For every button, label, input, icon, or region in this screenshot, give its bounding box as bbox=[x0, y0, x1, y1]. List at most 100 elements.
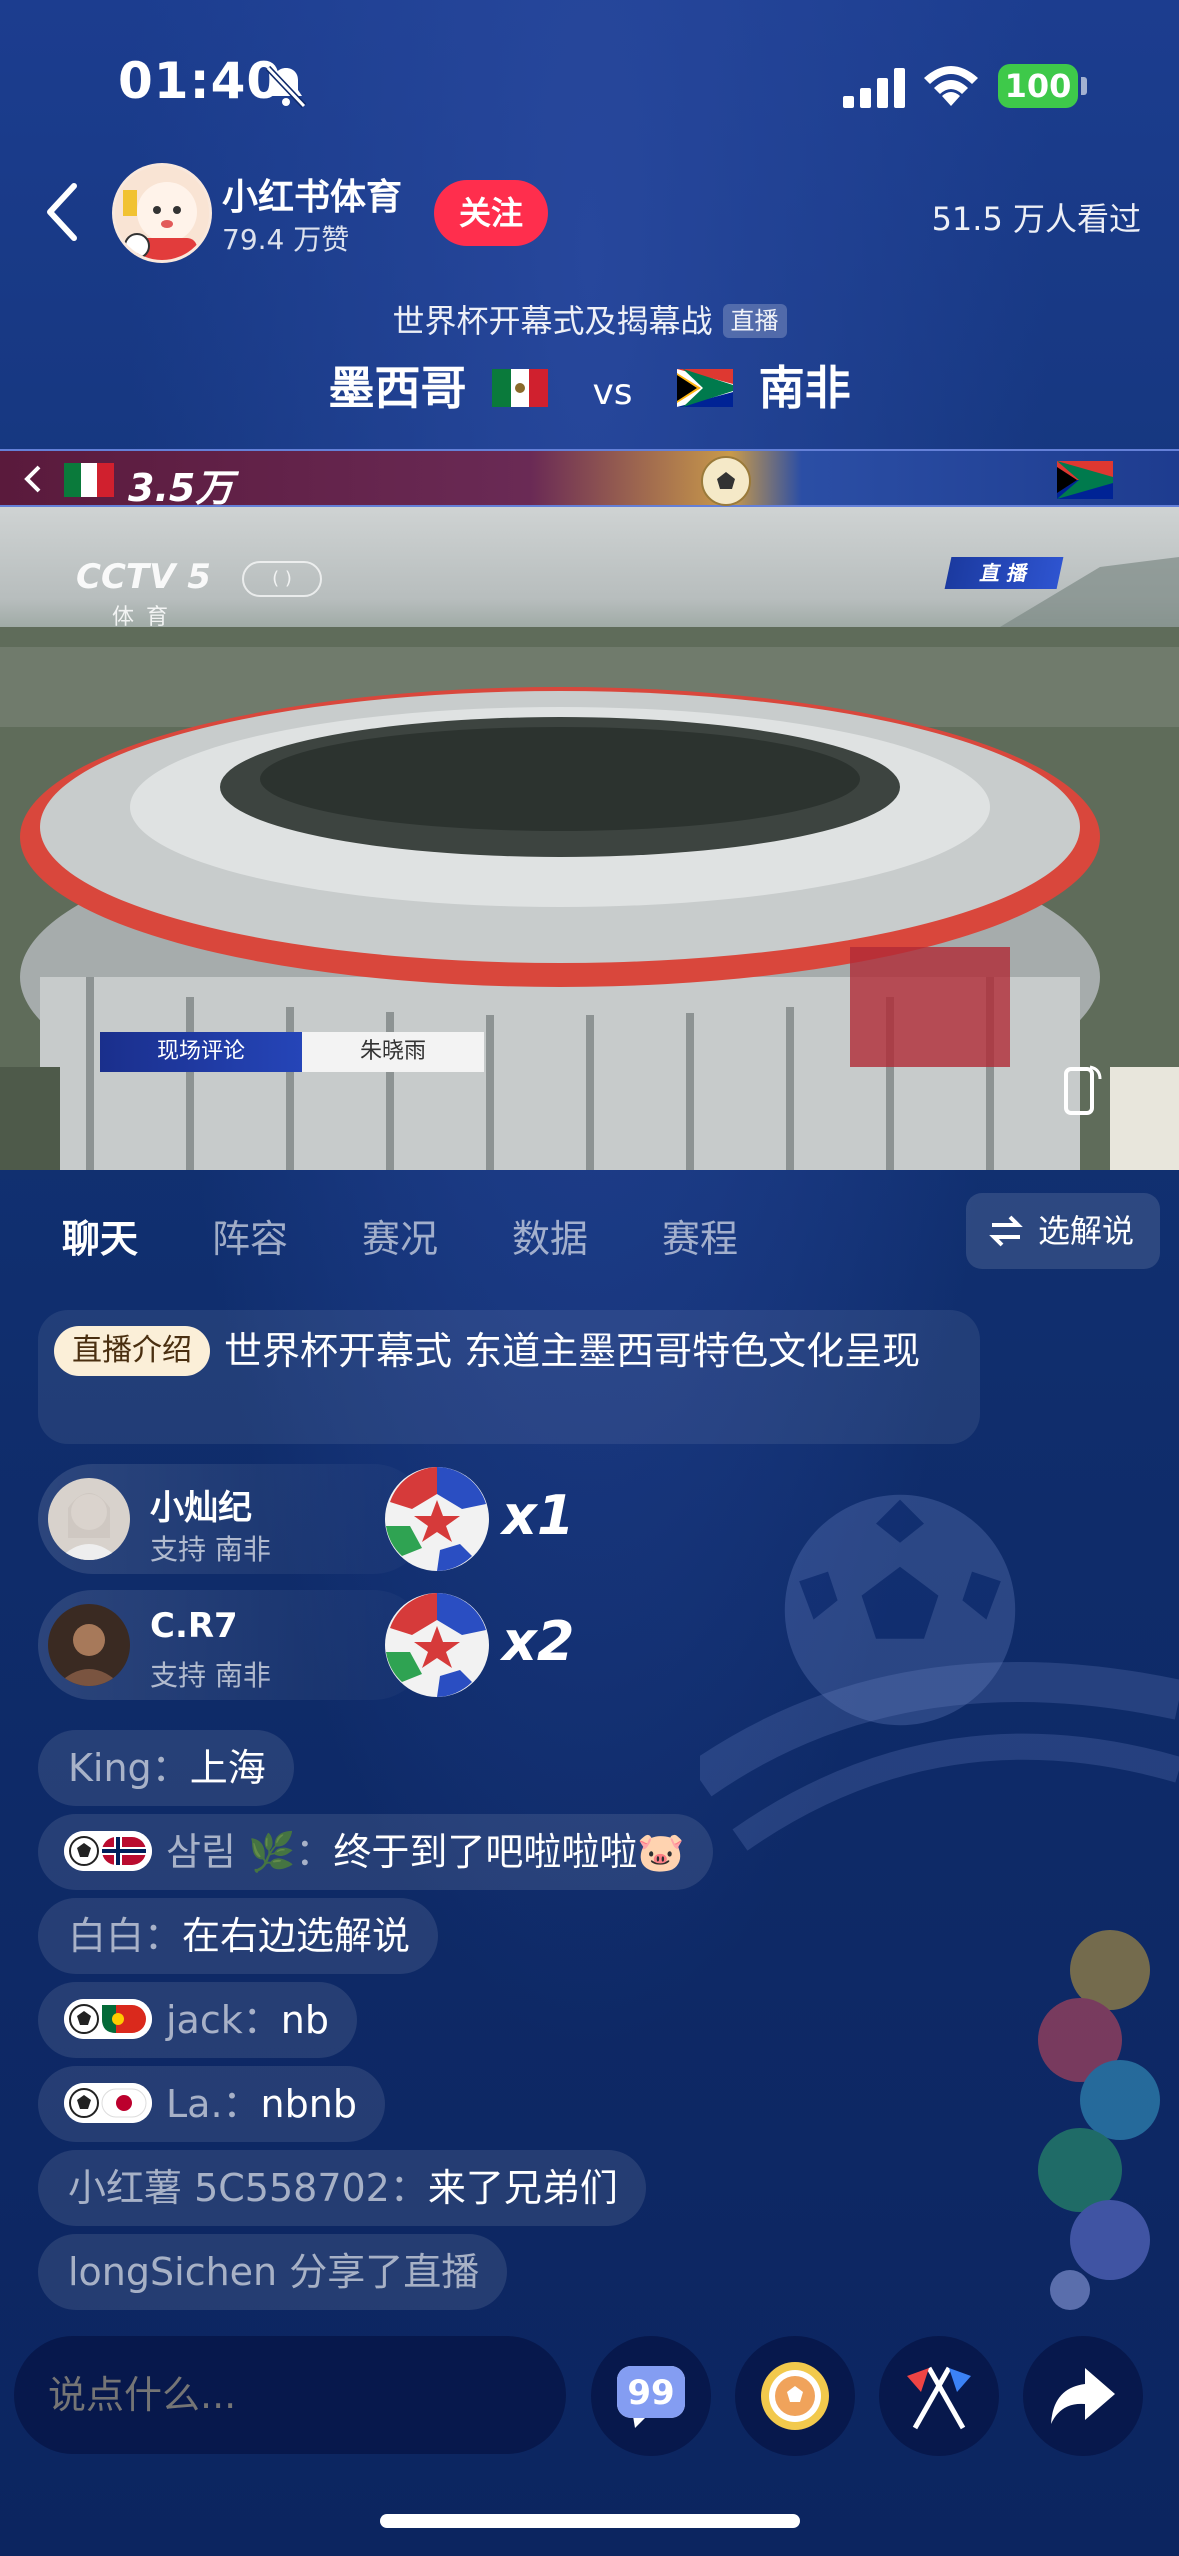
swap-arrows-icon bbox=[989, 1215, 1023, 1247]
chat-text: 在右边选解说 bbox=[182, 1914, 411, 1958]
gift-count: x1 bbox=[502, 1484, 575, 1547]
gift-support: 支持 南非 bbox=[150, 1533, 271, 1566]
gift-user[interactable]: 小灿纪 bbox=[150, 1480, 252, 1529]
chat-message: longSichen 分享了直播 bbox=[38, 2234, 508, 2310]
south-africa-flag-small-icon bbox=[1057, 461, 1113, 499]
chat-user[interactable]: 白白： bbox=[68, 1914, 182, 1958]
clock: 01:40 bbox=[118, 52, 283, 110]
flags-icon bbox=[907, 2366, 971, 2430]
tab-match-status[interactable]: 赛况 bbox=[362, 1208, 438, 1263]
battery-level: 100 bbox=[998, 64, 1078, 108]
chat-message: King：上海 bbox=[38, 1730, 294, 1806]
viewer-count: 51.5 万人看过 bbox=[931, 200, 1141, 238]
norway-fan-badge-icon bbox=[64, 1831, 152, 1871]
team-home: 墨西哥 bbox=[328, 361, 467, 415]
chat-message: jack：nb bbox=[38, 1982, 357, 2058]
team-away: 南非 bbox=[758, 361, 851, 415]
portugal-fan-badge-icon bbox=[64, 1999, 152, 2039]
broadcaster-hd-tag: ( ) bbox=[242, 561, 322, 597]
support-bar[interactable]: 3.5万 bbox=[0, 449, 1179, 510]
tab-stats[interactable]: 数据 bbox=[512, 1208, 588, 1263]
live-room-screen: 01:40 100 小红书体育 79.4 万赞 关注 51.5 万人看过 世界杯… bbox=[0, 0, 1179, 2556]
status-bar: 01:40 100 bbox=[0, 0, 1179, 150]
home-indicator[interactable] bbox=[380, 2514, 800, 2528]
follow-button[interactable]: 关注 bbox=[434, 180, 548, 246]
swirl-decoration bbox=[700, 1662, 1179, 1851]
broadcaster-logo: CCTV 5 bbox=[76, 557, 211, 597]
commentator-label: 现场评论 bbox=[100, 1032, 302, 1072]
chat-text: 上海 bbox=[189, 1746, 266, 1790]
chat-user[interactable]: longSichen bbox=[68, 2250, 277, 2294]
tab-schedule[interactable]: 赛程 bbox=[662, 1208, 738, 1263]
commentator-name: 朱晓雨 bbox=[302, 1032, 484, 1072]
chat-message: La.：nbnb bbox=[38, 2066, 385, 2142]
comment-input[interactable] bbox=[14, 2336, 566, 2454]
select-commentary-button[interactable]: 选解说 bbox=[966, 1193, 1160, 1269]
gift-user[interactable]: C.R7 bbox=[150, 1606, 238, 1646]
quote-chat-icon: 99 bbox=[617, 2366, 685, 2428]
soccer-ball-icon bbox=[701, 456, 751, 506]
chat-text: 终于到了吧啦啦啦🐷 bbox=[333, 1830, 685, 1874]
quick-chat-button[interactable]: 99 bbox=[591, 2336, 711, 2456]
live-tag: 直播 bbox=[722, 304, 787, 338]
matchup: 墨西哥 vs 南非 bbox=[0, 352, 1179, 418]
soccer-gift-icon bbox=[761, 2362, 829, 2430]
back-arrow-icon[interactable] bbox=[40, 180, 84, 244]
vs-label: vs bbox=[592, 372, 633, 413]
chat-user[interactable]: jack： bbox=[166, 1998, 281, 2042]
event-title: 世界杯开幕式及揭幕战 直播 bbox=[0, 296, 1179, 342]
intro-badge: 直播介绍 bbox=[54, 1326, 210, 1376]
tab-bar: 聊天 阵容 赛况 数据 赛程 选解说 bbox=[0, 1170, 1179, 1290]
support-flags-button[interactable] bbox=[879, 2336, 999, 2456]
avatar[interactable] bbox=[48, 1478, 130, 1560]
svg-text:99: 99 bbox=[627, 2373, 674, 2413]
cheer-animation-icon bbox=[1038, 1930, 1160, 2310]
chat-text: nbnb bbox=[260, 2082, 357, 2126]
mexico-flag-small-icon bbox=[64, 463, 114, 497]
south-africa-flag-icon bbox=[676, 368, 733, 407]
battery-tip bbox=[1081, 77, 1087, 95]
chat-user[interactable]: King： bbox=[68, 1746, 190, 1790]
channel-name[interactable]: 小红书体育 bbox=[222, 168, 402, 220]
home-support-count: 3.5万 bbox=[128, 466, 234, 510]
mexico-flag-icon bbox=[492, 368, 549, 407]
share-button[interactable] bbox=[1023, 2336, 1143, 2456]
avatar[interactable] bbox=[48, 1604, 130, 1686]
tab-chat[interactable]: 聊天 bbox=[62, 1208, 138, 1263]
gift-soccer-ball-icon bbox=[385, 1467, 489, 1571]
broadcaster-logo-sub: 体育 bbox=[112, 605, 181, 630]
mascot-avatar-icon bbox=[115, 166, 209, 260]
event-title-text: 世界杯开幕式及揭幕战 bbox=[392, 302, 713, 340]
fullscreen-rotate-icon[interactable] bbox=[1060, 1063, 1102, 1119]
chat-text: nb bbox=[280, 1998, 329, 2042]
channel-avatar[interactable] bbox=[112, 163, 212, 263]
share-icon bbox=[1051, 2368, 1115, 2424]
channel-likes: 79.4 万赞 bbox=[222, 223, 350, 256]
chat-message: 小红薯 5C558702：来了兄弟们 bbox=[38, 2150, 646, 2226]
gift-count: x2 bbox=[502, 1610, 575, 1673]
bell-muted-icon bbox=[265, 65, 307, 109]
gift-support: 支持 南非 bbox=[150, 1659, 271, 1692]
gift-message: 小灿纪 支持 南非 bbox=[38, 1464, 428, 1574]
chat-user[interactable]: La.： bbox=[166, 2082, 261, 2126]
tab-lineup[interactable]: 阵容 bbox=[212, 1208, 288, 1263]
user-avatar-image bbox=[48, 1604, 130, 1686]
gift-button[interactable] bbox=[735, 2336, 855, 2456]
collapse-arrow-icon[interactable] bbox=[22, 464, 44, 494]
chat-message: 삼림 🌿：终于到了吧啦啦啦🐷 bbox=[38, 1814, 713, 1890]
select-commentary-label: 选解说 bbox=[1038, 1212, 1135, 1250]
chat-message: 白白：在右边选解说 bbox=[38, 1898, 439, 1974]
live-intro-card: 直播介绍 世界杯开幕式 东道主墨西哥特色文化呈现 bbox=[38, 1310, 980, 1444]
live-video-player[interactable]: CCTV 5 体育 ( ) 直 播 现场评论 朱晓雨 bbox=[0, 507, 1179, 1170]
wifi-icon bbox=[924, 66, 978, 106]
chat-text: 分享了直播 bbox=[277, 2250, 480, 2294]
gift-soccer-ball-icon bbox=[385, 1593, 489, 1697]
user-avatar-image bbox=[48, 1478, 130, 1560]
chat-user[interactable]: 삼림 🌿： bbox=[166, 1830, 333, 1874]
chat-user[interactable]: 小红薯 5C558702： bbox=[68, 2166, 428, 2210]
gift-message: C.R7 支持 南非 bbox=[38, 1590, 428, 1700]
video-live-badge: 直 播 bbox=[944, 557, 1064, 589]
intro-text: 世界杯开幕式 东道主墨西哥特色文化呈现 bbox=[224, 1329, 921, 1373]
chat-text: 来了兄弟们 bbox=[427, 2166, 618, 2210]
cellular-signal-icon bbox=[843, 68, 905, 108]
